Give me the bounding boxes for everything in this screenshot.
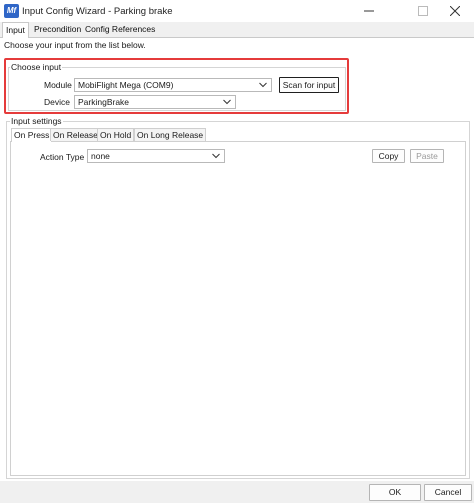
module-label: Module (44, 80, 72, 90)
maximize-button[interactable] (408, 0, 438, 22)
input-settings-legend: Input settings (10, 116, 63, 126)
tab-on-hold[interactable]: On Hold (97, 128, 135, 141)
action-type-dropdown[interactable]: none (87, 149, 225, 163)
instruction-text: Choose your input from the list below. (4, 40, 146, 50)
module-dropdown[interactable]: MobiFlight Mega (COM9) (74, 78, 272, 92)
module-value: MobiFlight Mega (COM9) (78, 80, 174, 90)
action-type-value: none (91, 151, 110, 161)
tab-on-long-release[interactable]: On Long Release (134, 128, 207, 141)
choose-input-legend: Choose input (10, 62, 63, 72)
minimize-button[interactable] (354, 0, 384, 22)
tab-config-references[interactable]: Config References (82, 22, 158, 37)
close-button[interactable] (440, 0, 470, 22)
device-value: ParkingBrake (78, 97, 130, 107)
paste-button[interactable]: Paste (410, 149, 444, 163)
scan-for-input-button[interactable]: Scan for input (279, 77, 339, 93)
copy-button[interactable]: Copy (372, 149, 405, 163)
window-title: Input Config Wizard - Parking brake (22, 6, 173, 17)
tab-on-release[interactable]: On Release (50, 128, 101, 141)
chevron-down-icon (259, 82, 267, 88)
chevron-down-icon (212, 153, 220, 159)
device-dropdown[interactable]: ParkingBrake (74, 95, 236, 109)
tab-precondition[interactable]: Precondition (31, 22, 84, 37)
maximize-icon (418, 6, 428, 16)
chevron-down-icon (223, 99, 231, 105)
close-icon (450, 6, 460, 16)
mobiflight-app-icon: Mf (4, 4, 19, 18)
cancel-button[interactable]: Cancel (424, 484, 472, 501)
action-type-label: Action Type (40, 152, 85, 162)
device-label: Device (44, 97, 70, 107)
tab-on-press[interactable]: On Press (11, 128, 53, 142)
ok-button[interactable]: OK (369, 484, 421, 501)
tab-input[interactable]: Input (2, 22, 29, 38)
minimize-icon (364, 10, 374, 12)
on-press-panel (10, 141, 466, 476)
